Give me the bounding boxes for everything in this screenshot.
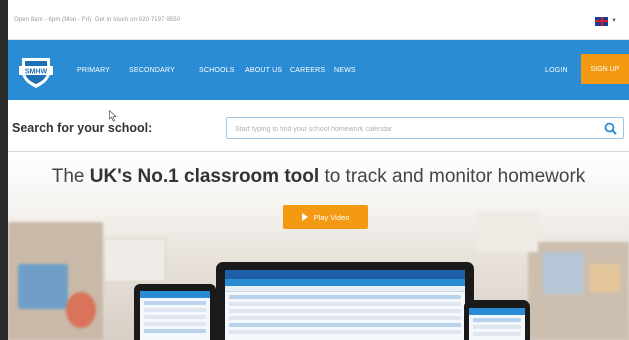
tablet-mockup — [134, 284, 216, 340]
nav-link-careers[interactable]: CAREERS — [290, 67, 325, 74]
hero-headline: The UK's No.1 classroom tool to track an… — [8, 166, 629, 188]
hero-title-pre: The — [51, 166, 85, 187]
language-selector[interactable]: ▼ — [595, 14, 617, 28]
chevron-down-icon: ▼ — [611, 18, 617, 24]
hero-title-post: to track and monitor homework — [324, 166, 586, 187]
signup-button[interactable]: SIGN UP — [581, 54, 629, 84]
mouse-cursor-icon — [109, 110, 117, 122]
play-icon — [301, 213, 308, 221]
background-decoration — [66, 292, 96, 328]
svg-text:SMHW: SMHW — [25, 69, 48, 76]
play-video-button[interactable]: Play Video — [283, 205, 368, 229]
top-info-bar: Open 8am - 6pm (Mon - Fri). Get in touch… — [8, 0, 629, 40]
window-edge — [0, 0, 8, 340]
background-poster — [18, 264, 68, 309]
nav-link-news[interactable]: NEWS — [334, 67, 356, 74]
phone-mockup — [464, 300, 530, 340]
nav-link-about-us[interactable]: ABOUT US — [245, 67, 282, 74]
background-poster — [590, 264, 620, 292]
main-nav: SMHW PRIMARY SECONDARY SCHOOLS ABOUT US … — [8, 40, 629, 100]
background-decoration — [478, 212, 538, 252]
nav-link-schools[interactable]: SCHOOLS — [199, 67, 235, 74]
search-icon[interactable] — [604, 122, 617, 135]
play-video-label: Play Video — [313, 212, 350, 222]
tablet-screen — [140, 291, 210, 340]
laptop-mockup — [216, 262, 474, 340]
laptop-screen — [225, 270, 465, 340]
nav-link-primary[interactable]: PRIMARY — [77, 67, 110, 74]
nav-link-secondary[interactable]: SECONDARY — [129, 67, 175, 74]
background-whiteboard — [104, 238, 166, 282]
contact-info: Open 8am - 6pm (Mon - Fri). Get in touch… — [14, 17, 181, 23]
school-search-bar: Search for your school: — [8, 100, 629, 152]
background-poster — [543, 252, 583, 294]
hero-section: The UK's No.1 classroom tool to track an… — [8, 152, 629, 340]
search-label: Search for your school: — [12, 121, 153, 135]
search-box[interactable] — [226, 117, 624, 140]
site-logo[interactable]: SMHW — [16, 50, 56, 90]
login-link[interactable]: LOGIN — [545, 67, 568, 74]
uk-flag-icon — [595, 16, 609, 26]
hero-title-bold: UK's No.1 classroom tool — [89, 166, 320, 187]
phone-screen — [469, 308, 525, 340]
search-input[interactable] — [227, 119, 587, 140]
